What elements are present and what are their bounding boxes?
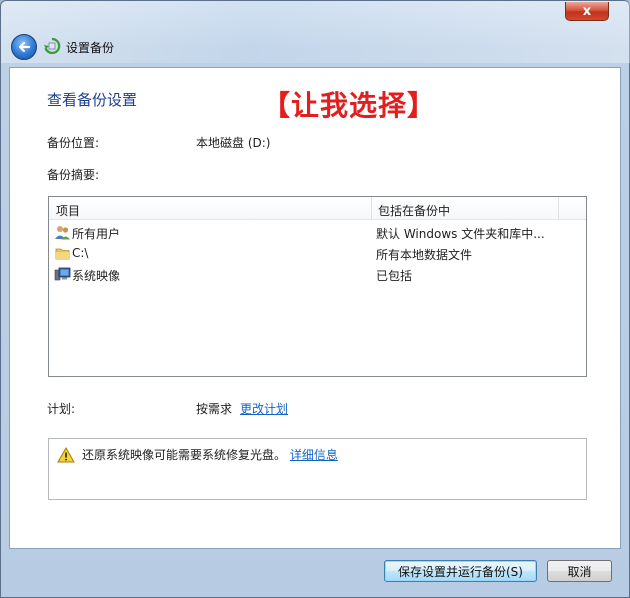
window-frame: x 设置备份 查看备份设置 【让我选择】 备份位置: 本地磁盘 (D:) 备份摘… [0, 0, 630, 598]
row-included-value: 所有本地数据文件 [376, 248, 473, 262]
dialog-content: 查看备份设置 【让我选择】 备份位置: 本地磁盘 (D:) 备份摘要: 项目 包… [9, 67, 621, 549]
overlay-annotation: 【让我选择】 [262, 89, 437, 122]
close-button[interactable]: x [565, 2, 609, 21]
schedule-label: 计划: [47, 402, 76, 416]
row-item-name: 所有用户 [72, 227, 121, 241]
backup-location-value: 本地磁盘 (D:) [196, 136, 271, 150]
window-title: 设置备份 [66, 41, 115, 55]
back-arrow-icon [18, 41, 31, 53]
warning-panel: 还原系统映像可能需要系统修复光盘。 详细信息 [48, 438, 587, 500]
close-icon: x [582, 3, 592, 19]
warning-text: 还原系统映像可能需要系统修复光盘。 [82, 448, 287, 462]
row-included-value: 默认 Windows 文件夹和库中... [376, 227, 545, 241]
save-and-run-backup-button[interactable]: 保存设置并运行备份(S) [384, 560, 537, 582]
change-schedule-link[interactable]: 更改计划 [240, 400, 288, 417]
warning-message: 还原系统映像可能需要系统修复光盘。 详细信息 [82, 446, 338, 463]
system-image-icon [54, 267, 71, 281]
cancel-button[interactable]: 取消 [547, 560, 612, 582]
table-row[interactable]: 所有用户 默认 Windows 文件夹和库中... [49, 222, 586, 243]
column-header-item[interactable]: 项目 [56, 202, 80, 219]
table-header: 项目 包括在备份中 [49, 197, 586, 220]
column-divider[interactable] [371, 197, 372, 219]
backup-app-icon [44, 37, 61, 55]
folder-icon [55, 248, 70, 260]
page-heading: 查看备份设置 [47, 91, 138, 109]
table-row[interactable]: C:\ 所有本地数据文件 [49, 243, 586, 264]
column-header-included[interactable]: 包括在备份中 [378, 202, 450, 219]
row-included-value: 已包括 [376, 269, 413, 283]
column-divider[interactable] [558, 197, 559, 219]
backup-summary-table[interactable]: 项目 包括在备份中 所有用户 默认 Windows 文件夹和库中... C:\ … [48, 196, 587, 377]
warning-icon [57, 447, 75, 463]
details-link[interactable]: 详细信息 [290, 448, 338, 462]
row-item-name: C:\ [72, 246, 89, 260]
table-row[interactable]: 系统映像 已包括 [49, 264, 586, 285]
schedule-value: 按需求 [196, 402, 233, 416]
backup-location-label: 备份位置: [47, 136, 100, 150]
row-item-name: 系统映像 [72, 269, 121, 283]
back-button[interactable] [11, 34, 37, 60]
users-icon [55, 226, 70, 240]
backup-summary-label: 备份摘要: [47, 168, 100, 182]
